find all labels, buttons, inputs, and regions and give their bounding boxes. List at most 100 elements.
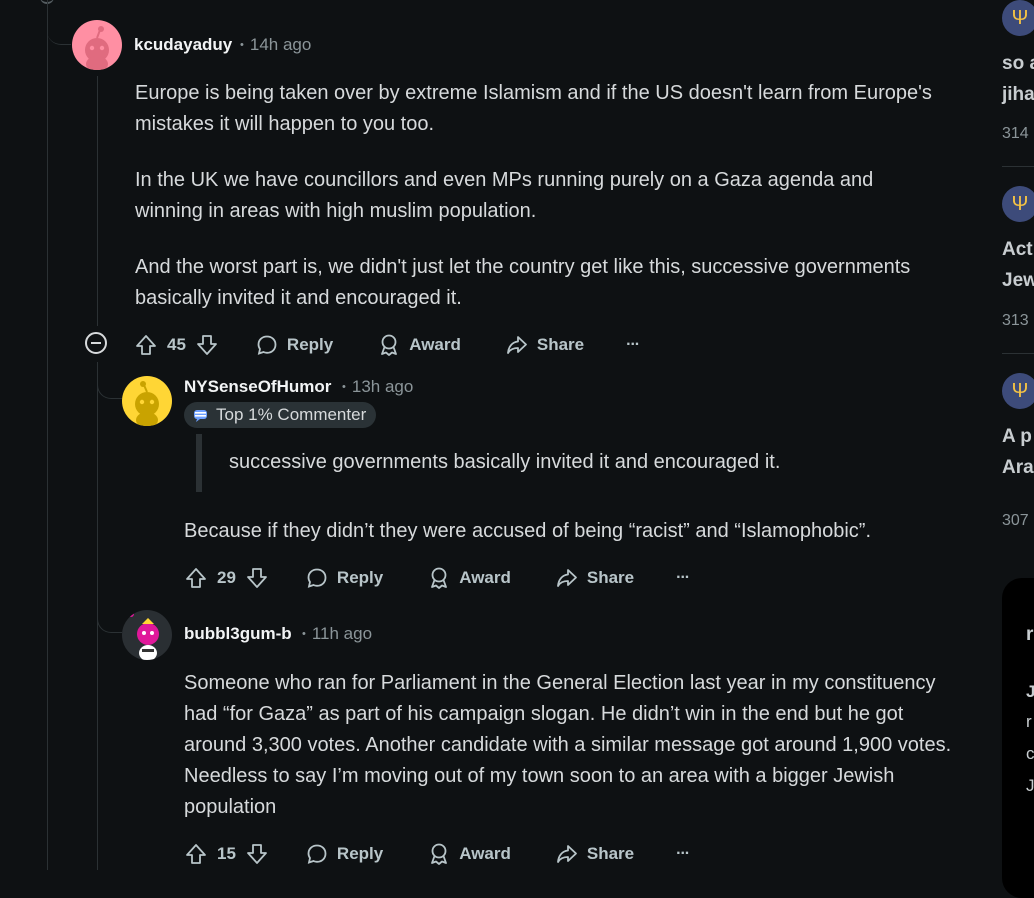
- award-icon: [381, 334, 398, 356]
- comment-timestamp[interactable]: 13h ago: [352, 377, 413, 396]
- award-button[interactable]: Award: [427, 842, 511, 866]
- reply-button[interactable]: Reply: [305, 566, 383, 590]
- snoo-avatar-icon: [135, 381, 159, 426]
- more-options-button[interactable]: ···: [676, 569, 690, 587]
- related-post-title[interactable]: A p Ara: [1002, 421, 1034, 483]
- more-options-button[interactable]: ···: [626, 336, 640, 354]
- minus-icon: [91, 342, 101, 344]
- share-button[interactable]: Share: [555, 566, 634, 590]
- share-button[interactable]: Share: [555, 842, 634, 866]
- community-icon[interactable]: Ψ: [1002, 0, 1034, 36]
- thread-line-comment-1[interactable]: [97, 76, 98, 326]
- comment-author[interactable]: kcudayaduy: [134, 35, 232, 55]
- related-post-title-line: Ara: [1002, 457, 1034, 478]
- upvote-icon[interactable]: [184, 566, 208, 590]
- commenter-badge[interactable]: Top 1% Commenter: [184, 402, 377, 428]
- award-label: Award: [459, 568, 511, 587]
- downvote-icon[interactable]: [245, 566, 269, 590]
- reply-label: Reply: [286, 335, 334, 354]
- top-commenter-icon: [194, 410, 207, 422]
- comment-bubble-icon: [307, 568, 327, 588]
- reply-button[interactable]: Reply: [255, 333, 333, 357]
- comment-body: Because if they didn’t they were accused…: [184, 520, 872, 542]
- comment-author[interactable]: bubbl3gum-b: [184, 624, 292, 644]
- share-button[interactable]: Share: [505, 333, 584, 357]
- award-button[interactable]: Award: [377, 333, 461, 357]
- meta-separator: •: [240, 39, 244, 51]
- divider: [1002, 166, 1034, 167]
- sidebar-card-text: c: [1026, 744, 1034, 763]
- comment-timestamp[interactable]: 14h ago: [250, 35, 311, 54]
- comment-bubble-icon: [307, 844, 327, 864]
- sidebar-card-text: J: [1026, 776, 1034, 795]
- thread-line-root[interactable]: [47, 0, 48, 870]
- meta-separator: •: [342, 381, 346, 393]
- comment-timestamp[interactable]: 11h ago: [312, 624, 372, 643]
- comment-actions: 15 Reply Award Share ···: [184, 838, 690, 870]
- related-post-count: 313: [1002, 312, 1029, 329]
- related-post-count: 307: [1002, 512, 1029, 529]
- divider: [1002, 353, 1034, 354]
- related-post-title-line: Act: [1002, 239, 1033, 260]
- vote-group: 45: [134, 333, 219, 357]
- sidebar-card-text: J: [1026, 682, 1034, 701]
- vote-count: 29: [217, 568, 236, 587]
- reply-button[interactable]: Reply: [305, 842, 383, 866]
- blockquote-text: successive governments basically invited…: [229, 451, 781, 473]
- award-icon: [431, 567, 448, 589]
- downvote-icon[interactable]: [245, 842, 269, 866]
- more-options-icon: ···: [626, 336, 640, 353]
- more-options-button[interactable]: ···: [676, 845, 690, 863]
- reply-label: Reply: [336, 568, 384, 587]
- menorah-icon: Ψ: [1011, 6, 1029, 29]
- related-post-title[interactable]: Act Jew: [1002, 234, 1034, 296]
- more-options-icon: ···: [676, 845, 690, 862]
- reply-label: Reply: [336, 844, 384, 863]
- share-label: Share: [536, 335, 585, 354]
- comment-meta: • 13h ago: [342, 377, 413, 397]
- snoo-avatar-icon: [128, 611, 159, 660]
- sidebar-card-text: r: [1026, 624, 1034, 645]
- vote-count: 45: [167, 335, 186, 354]
- comment-meta: • 11h ago: [302, 624, 372, 644]
- vote-group: 15: [184, 842, 269, 866]
- thread-connector: [97, 596, 122, 633]
- badge-label: Top 1% Commenter: [216, 405, 367, 424]
- thread-connector: [97, 362, 122, 399]
- share-icon: [556, 845, 577, 863]
- downvote-icon[interactable]: [195, 333, 219, 357]
- collapse-thread-button[interactable]: [85, 332, 107, 354]
- upvote-icon[interactable]: [134, 333, 158, 357]
- avatar[interactable]: [122, 610, 172, 660]
- menorah-icon: Ψ: [1011, 192, 1029, 215]
- related-post-title-line: jiha: [1002, 84, 1034, 105]
- avatar[interactable]: [72, 20, 122, 70]
- snoo-avatar-icon: [85, 26, 109, 70]
- related-post-title[interactable]: so a jiha: [1002, 48, 1034, 110]
- comment-body: Europe is being taken over by extreme Is…: [135, 78, 935, 314]
- share-label: Share: [586, 844, 635, 863]
- share-icon: [506, 336, 527, 354]
- award-button[interactable]: Award: [427, 566, 511, 590]
- comment-actions: 45 Reply Award Share ···: [134, 329, 640, 361]
- quote-bar: [196, 434, 202, 492]
- community-icon[interactable]: Ψ: [1002, 373, 1034, 409]
- related-post-title-line: so a: [1002, 53, 1034, 74]
- comment-body: Someone who ran for Parliament in the Ge…: [184, 672, 952, 818]
- avatar[interactable]: [122, 376, 172, 426]
- related-post-count: 314: [1002, 125, 1029, 142]
- upvote-icon[interactable]: [184, 842, 208, 866]
- community-icon[interactable]: Ψ: [1002, 186, 1034, 222]
- comment-author[interactable]: NYSenseOfHumor: [184, 377, 331, 397]
- more-options-icon: ···: [676, 569, 690, 586]
- comment-paragraph: And the worst part is, we didn't just le…: [135, 256, 911, 309]
- meta-separator: •: [302, 628, 306, 640]
- thread-connector: [47, 8, 71, 45]
- share-icon: [556, 569, 577, 587]
- sidebar-card-text: r: [1026, 712, 1032, 731]
- related-post-title-line: Jew: [1002, 270, 1034, 291]
- share-label: Share: [586, 568, 635, 587]
- menorah-icon: Ψ: [1011, 379, 1029, 402]
- comment-actions: 29 Reply Award Share ···: [184, 562, 690, 594]
- vote-count: 15: [217, 844, 236, 863]
